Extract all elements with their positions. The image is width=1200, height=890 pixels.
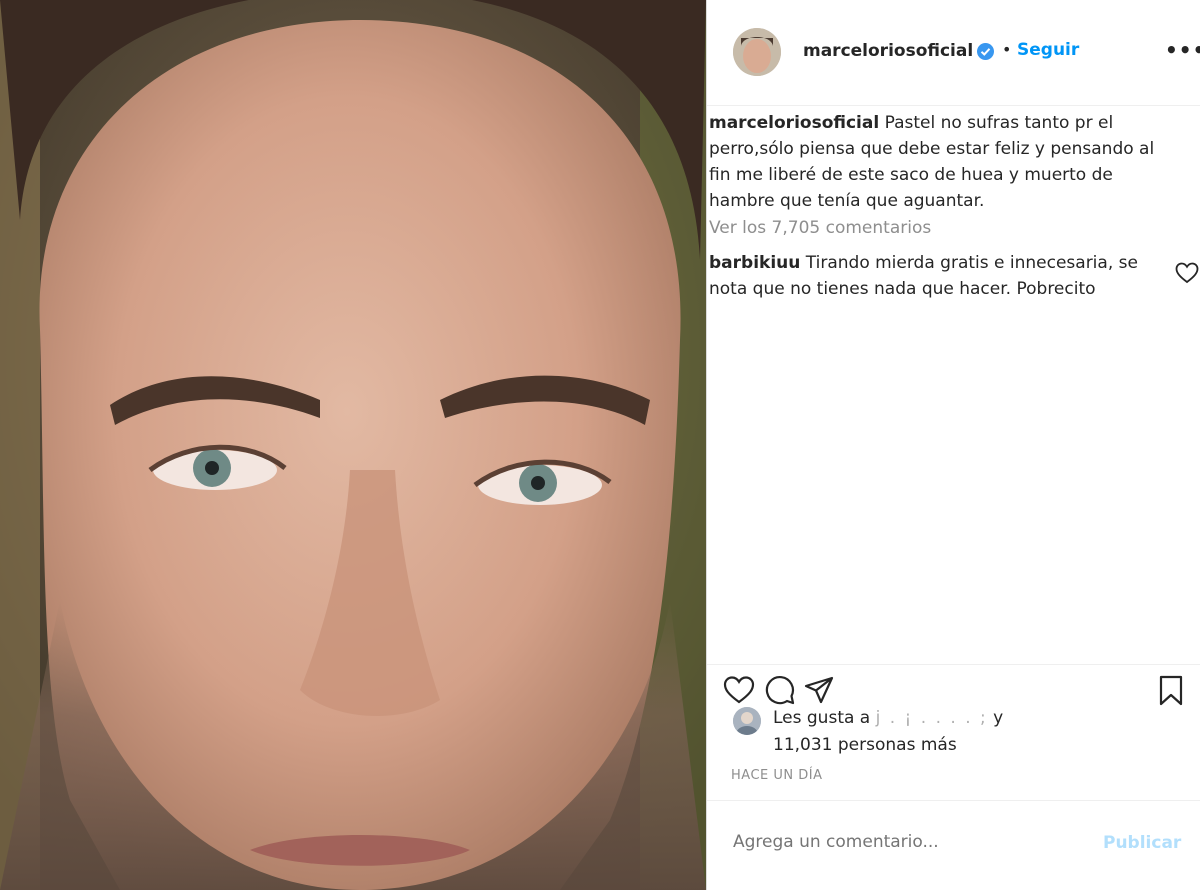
post-caption: marceloriosoficial Pastel no sufras tant… [709,110,1179,214]
author-username[interactable]: marceloriosoficial [803,41,973,61]
likes-redacted-names: j . ¡ . . . . ; [875,708,988,728]
post-timestamp[interactable]: HACE UN DÍA [731,768,822,783]
post-photo[interactable] [0,0,706,890]
caption-username[interactable]: marceloriosoficial [709,113,879,133]
post-photo-image [0,0,706,890]
likes-text[interactable]: Les gusta a j . ¡ . . . . ; y 11,031 per… [773,705,1073,759]
likes-count[interactable]: 11,031 personas más [773,735,957,755]
author-avatar[interactable] [733,28,781,76]
view-all-comments-link[interactable]: Ver los 7,705 comentarios [709,218,931,238]
heart-icon[interactable] [1175,262,1199,288]
more-options-button[interactable]: ••• [1165,38,1200,62]
heart-icon[interactable] [723,675,755,709]
comment-username[interactable]: barbikiuu [709,253,800,273]
post-header: marceloriosoficial • Seguir ••• [707,0,1200,106]
header-separator: • [1002,40,1012,59]
verified-badge-icon [977,43,994,60]
comment-bubble-icon[interactable] [764,675,796,709]
avatar-image [733,28,781,76]
add-comment-bar: Publicar [707,800,1200,890]
likes-connector: y [993,708,1004,728]
likes-prefix: Les gusta a [773,708,871,728]
publish-button[interactable]: Publicar [1103,833,1181,853]
instagram-post: marceloriosoficial • Seguir ••• marcelor… [0,0,1200,890]
comment-item: barbikiuu Tirando mierda gratis e innece… [709,250,1164,302]
follow-button[interactable]: Seguir [1017,40,1079,60]
post-sidebar: marceloriosoficial • Seguir ••• marcelor… [706,0,1200,890]
bookmark-icon[interactable] [1157,675,1185,711]
liker-avatar[interactable] [733,707,761,735]
comment-input[interactable] [731,831,1075,853]
paper-plane-icon[interactable] [803,675,835,709]
